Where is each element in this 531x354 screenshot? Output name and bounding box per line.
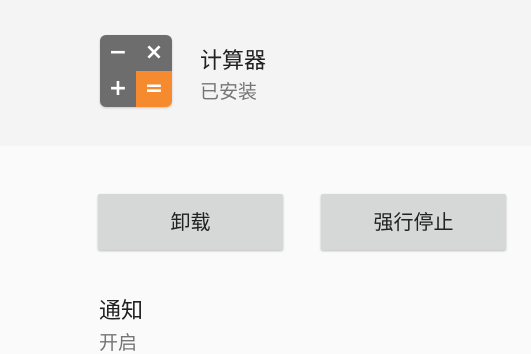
notifications-setting-summary: 开启: [99, 332, 138, 354]
uninstall-button[interactable]: 卸载: [98, 194, 283, 250]
notifications-setting-title[interactable]: 通知: [99, 293, 143, 325]
app-header: − × + = 计算器 已安装: [0, 0, 531, 146]
equals-icon: =: [136, 71, 172, 107]
force-stop-button[interactable]: 强行停止: [321, 194, 506, 250]
install-status: 已安装: [200, 81, 258, 103]
plus-icon: +: [100, 71, 136, 107]
calculator-app-icon: − × + =: [100, 35, 172, 107]
app-name: 计算器: [200, 49, 267, 74]
minus-icon: −: [100, 35, 136, 71]
multiply-icon: ×: [136, 35, 172, 71]
app-info-screen: − × + = 计算器 已安装 卸载 强行停止 通知 开启: [0, 0, 531, 354]
